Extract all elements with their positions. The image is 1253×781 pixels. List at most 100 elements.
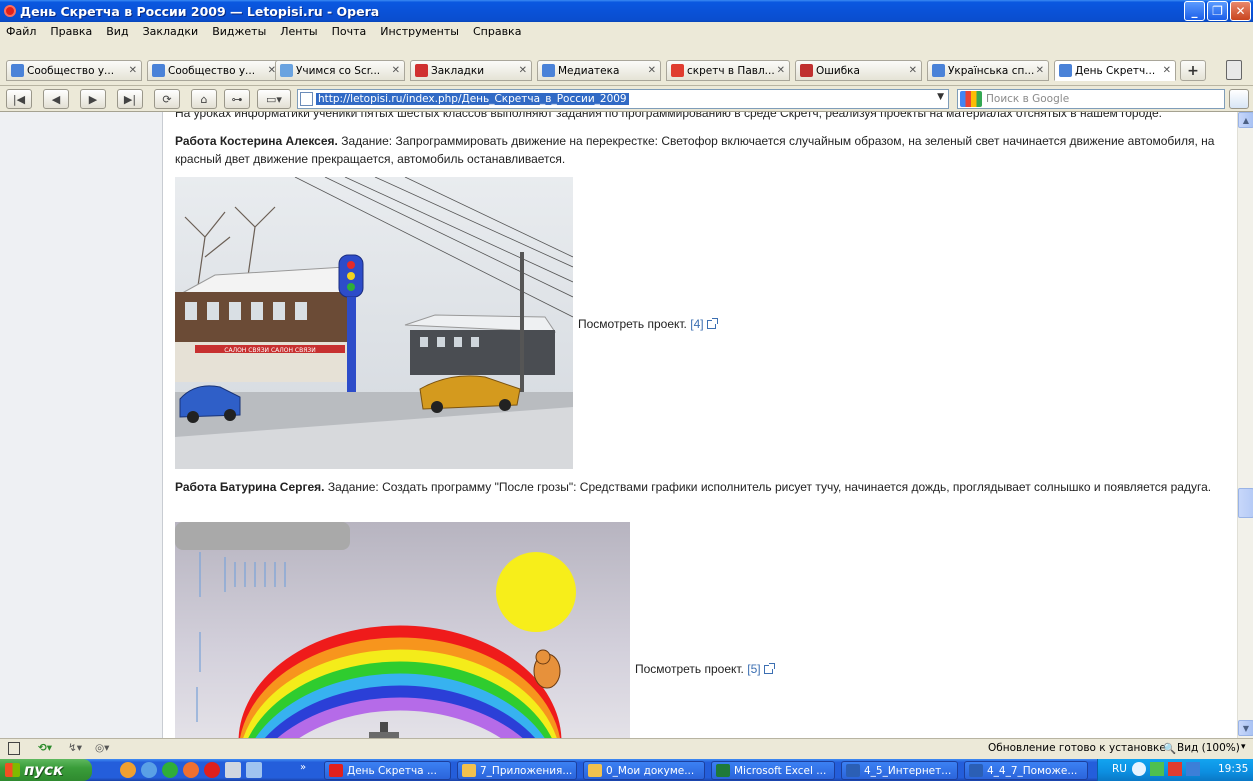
- taskbar-app-icon: [329, 764, 343, 777]
- quicklaunch-desktop-icon[interactable]: [246, 762, 262, 778]
- scroll-up-button[interactable]: ▲: [1238, 112, 1253, 128]
- taskbar-app-icon: [588, 764, 602, 777]
- tab-label: День Скретч...: [1075, 64, 1156, 77]
- back-button[interactable]: ◀: [43, 89, 69, 109]
- tab-5[interactable]: скретч в Павл... ✕: [666, 60, 790, 81]
- taskbar-button-5[interactable]: 4_4_7_Поможе...: [964, 761, 1088, 780]
- quicklaunch-more-icon[interactable]: »: [300, 762, 306, 773]
- tab-close-icon[interactable]: ✕: [648, 65, 656, 76]
- menu-item-5[interactable]: Ленты: [280, 25, 317, 38]
- tab-close-icon[interactable]: ✕: [392, 65, 400, 76]
- scroll-thumb[interactable]: [1238, 488, 1253, 518]
- google-icon[interactable]: [960, 91, 982, 107]
- tab-7[interactable]: Українська сп... ✕: [927, 60, 1049, 81]
- quicklaunch-app-icon[interactable]: [162, 762, 178, 778]
- windows-logo-icon: [5, 763, 20, 777]
- tab-2[interactable]: Учимся со Scr... ✕: [275, 60, 405, 81]
- quicklaunch-app-icon[interactable]: [120, 762, 136, 778]
- network-icon[interactable]: ↯▾: [68, 742, 82, 754]
- menu-item-0[interactable]: Файл: [6, 25, 36, 38]
- language-indicator[interactable]: RU: [1112, 763, 1127, 775]
- search-input[interactable]: Поиск в Google: [957, 89, 1225, 109]
- minimize-button[interactable]: _: [1184, 1, 1205, 21]
- rewind-button[interactable]: |◀: [6, 89, 32, 109]
- zoom-icon[interactable]: 🔍: [1163, 742, 1176, 755]
- menu-item-4[interactable]: Виджеты: [212, 25, 266, 38]
- tab-favicon-icon: [1059, 64, 1072, 77]
- quicklaunch-app-icon[interactable]: [183, 762, 199, 778]
- menu-item-6[interactable]: Почта: [332, 25, 367, 38]
- quicklaunch-ie-icon[interactable]: [141, 762, 157, 778]
- chevron-down-icon[interactable]: ▼: [937, 92, 944, 102]
- tab-close-icon[interactable]: ✕: [777, 65, 785, 76]
- menu-item-3[interactable]: Закладки: [143, 25, 199, 38]
- project1-image[interactable]: САЛОН СВЯЗИ САЛОН СВЯЗИ: [175, 177, 573, 469]
- menu-item-8[interactable]: Справка: [473, 25, 521, 38]
- opera-logo-icon: [4, 5, 16, 17]
- view-project-2: Посмотреть проект. [5]: [635, 662, 775, 676]
- sync-icon[interactable]: ⟲▾: [38, 742, 52, 754]
- tray-app-icon[interactable]: [1186, 762, 1200, 776]
- start-button[interactable]: пуск: [0, 759, 92, 781]
- address-field[interactable]: http://letopisi.ru/index.php/День_Скретч…: [297, 89, 949, 109]
- tab-close-icon[interactable]: ✕: [129, 65, 137, 76]
- quicklaunch-opera-icon[interactable]: [204, 762, 220, 778]
- zoom-level[interactable]: Вид (100%): [1177, 742, 1240, 754]
- menu-item-2[interactable]: Вид: [106, 25, 128, 38]
- wand-key-button[interactable]: ⊶: [224, 89, 250, 109]
- taskbar-button-4[interactable]: 4_5_Интернет...: [841, 761, 958, 780]
- widget-icon[interactable]: ◎▾: [95, 742, 109, 754]
- page-icon: [300, 92, 313, 106]
- taskbar-button-2[interactable]: 0_Мои докуме...: [583, 761, 705, 780]
- taskbar-button-3[interactable]: Microsoft Excel ...: [711, 761, 835, 780]
- tab-0[interactable]: Сообщество у... ✕: [6, 60, 142, 81]
- tab-close-icon[interactable]: ✕: [1163, 65, 1171, 76]
- tab-favicon-icon: [415, 64, 428, 77]
- tab-favicon-icon: [800, 64, 813, 77]
- panel-icon[interactable]: [8, 742, 20, 755]
- reload-button[interactable]: ⟳: [154, 89, 180, 109]
- forward-button[interactable]: ▶: [80, 89, 106, 109]
- vertical-scrollbar[interactable]: ▲ ▼: [1237, 112, 1253, 738]
- taskbar-button-label: 4_5_Интернет...: [864, 764, 952, 777]
- menu-item-1[interactable]: Правка: [50, 25, 92, 38]
- search-go-button[interactable]: [1229, 89, 1249, 109]
- chevron-down-icon[interactable]: ▾: [1241, 742, 1246, 752]
- taskbar-button-label: 0_Мои докуме...: [606, 764, 695, 777]
- tab-close-icon[interactable]: ✕: [909, 65, 917, 76]
- project2-image[interactable]: [175, 522, 630, 738]
- external-link-icon[interactable]: [706, 318, 718, 329]
- tray-arrow-icon[interactable]: [1132, 762, 1146, 776]
- title-bar[interactable]: День Скретча в России 2009 — Letopisi.ru…: [0, 0, 1253, 22]
- taskbar-button-1[interactable]: 7_Приложения...: [457, 761, 577, 780]
- tab-4[interactable]: Медиатека ✕: [537, 60, 661, 81]
- intro-text: На уроках информатики ученики пятых шест…: [175, 112, 1163, 120]
- quicklaunch-app-icon[interactable]: [225, 762, 241, 778]
- update-status[interactable]: Обновление готово к установке: [988, 742, 1166, 754]
- trash-icon[interactable]: [1226, 60, 1242, 80]
- tab-label: Закладки: [431, 64, 485, 77]
- menu-item-7[interactable]: Инструменты: [380, 25, 459, 38]
- scroll-down-button[interactable]: ▼: [1238, 720, 1253, 736]
- tab-close-icon[interactable]: ✕: [519, 65, 527, 76]
- fast-forward-button[interactable]: ▶|: [117, 89, 143, 109]
- panel-toggle-button[interactable]: ▭▾: [257, 89, 291, 109]
- menu-bar: Файл Правка Вид Закладки Виджеты Ленты Почта Ин…: [0, 22, 1253, 40]
- tray-app-icon[interactable]: [1168, 762, 1182, 776]
- tray-app-icon[interactable]: [1150, 762, 1164, 776]
- view-project-1: Посмотреть проект. [4]: [578, 317, 718, 331]
- search-placeholder: Поиск в Google: [986, 93, 1070, 105]
- tab-3[interactable]: Закладки ✕: [410, 60, 532, 81]
- external-link-icon[interactable]: [763, 663, 775, 674]
- home-button[interactable]: ⌂: [191, 89, 217, 109]
- tab-6[interactable]: Ошибка ✕: [795, 60, 922, 81]
- restore-button[interactable]: ❐: [1207, 1, 1228, 21]
- close-button[interactable]: ✕: [1230, 1, 1251, 21]
- taskbar-button-0[interactable]: День Скретча ...: [324, 761, 451, 780]
- new-tab-button[interactable]: +: [1180, 60, 1206, 81]
- tab-8[interactable]: День Скретч... ✕: [1054, 60, 1176, 81]
- project-1-link[interactable]: [4]: [690, 317, 703, 331]
- project-2-link[interactable]: [5]: [747, 662, 760, 676]
- tab-1[interactable]: Сообщество у... ✕: [147, 60, 281, 81]
- tab-close-icon[interactable]: ✕: [1036, 65, 1044, 76]
